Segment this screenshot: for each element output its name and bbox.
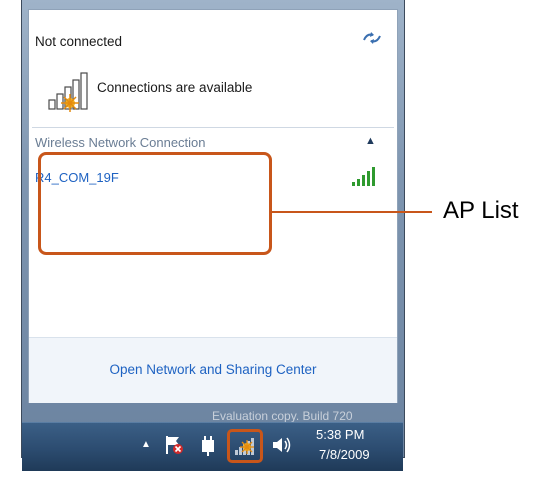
ap-list-highlight — [38, 152, 272, 255]
power-icon[interactable] — [198, 434, 218, 456]
connections-available-text: Connections are available — [97, 80, 253, 95]
action-center-flag-icon[interactable] — [163, 434, 185, 456]
open-network-sharing-center-link[interactable]: Open Network and Sharing Center — [29, 362, 397, 377]
section-label: Wireless Network Connection — [35, 135, 206, 150]
taskbar: ▲ 5:38 PM 7/8/2009 — [22, 422, 403, 471]
clock-time[interactable]: 5:38 PM — [316, 427, 364, 442]
ap-list-callout-label: AP List — [443, 197, 519, 224]
signal-strength-icon — [352, 167, 375, 186]
evaluation-watermark: Evaluation copy. Build 720 — [212, 409, 353, 423]
volume-icon[interactable] — [271, 435, 293, 455]
chevron-up-icon[interactable]: ▲ — [365, 135, 376, 147]
wireless-section-header[interactable]: Wireless Network Connection ▲ — [32, 127, 394, 152]
popup-footer: Open Network and Sharing Center — [29, 337, 397, 403]
refresh-icon[interactable] — [361, 31, 383, 45]
status-title: Not connected — [35, 34, 123, 49]
show-hidden-icons-icon[interactable]: ▲ — [141, 439, 151, 450]
clock-date[interactable]: 7/8/2009 — [319, 447, 370, 462]
wireless-network-icon[interactable] — [227, 429, 263, 463]
wireless-status-icon — [48, 72, 88, 112]
callout-leader-line — [272, 211, 432, 213]
